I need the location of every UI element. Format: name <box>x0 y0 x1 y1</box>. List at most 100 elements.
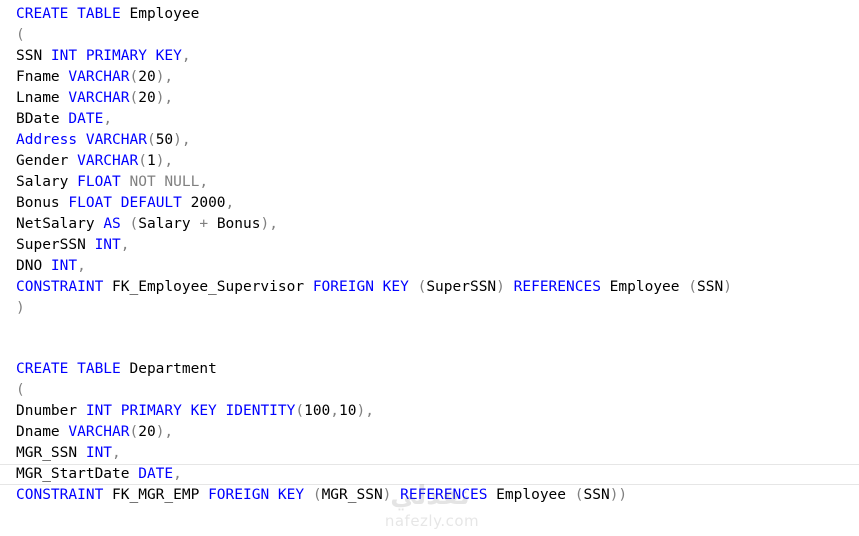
code-token: FOREIGN KEY <box>312 279 418 295</box>
code-line[interactable]: NetSalary AS (Salary + Bonus), <box>16 214 278 234</box>
code-line[interactable]: Dname VARCHAR(20), <box>16 422 173 442</box>
code-token: VARCHAR <box>85 132 147 148</box>
code-token: ), <box>155 90 174 106</box>
code-token: DNO <box>16 258 51 274</box>
code-line[interactable]: CREATE TABLE Department <box>16 359 217 379</box>
code-token: DATE <box>138 466 174 482</box>
code-line[interactable]: Address VARCHAR(50), <box>16 130 191 150</box>
code-token: FLOAT <box>77 174 130 190</box>
code-token: SSN <box>696 279 724 295</box>
code-token: CREATE TABLE <box>16 6 121 22</box>
code-token: FK_MGR_EMP <box>112 487 209 503</box>
code-token: ), <box>155 69 174 85</box>
code-token: Employee <box>609 279 689 295</box>
code-token: Bonus <box>216 216 261 232</box>
code-line[interactable]: SuperSSN INT, <box>16 235 130 255</box>
code-line[interactable]: SSN INT PRIMARY KEY, <box>16 46 191 66</box>
code-token: Salary <box>138 216 200 232</box>
code-token: 20 <box>138 424 156 440</box>
code-token: Department <box>120 361 217 377</box>
code-token: ), <box>155 424 174 440</box>
code-token: AS <box>103 216 130 232</box>
code-line[interactable]: Lname VARCHAR(20), <box>16 88 173 108</box>
code-token: ) <box>382 487 401 503</box>
code-token: )) <box>609 487 628 503</box>
code-line[interactable]: MGR_StartDate DATE, <box>16 464 182 484</box>
code-token: ( <box>295 403 305 419</box>
code-token: INT PRIMARY KEY IDENTITY <box>85 403 296 419</box>
code-token: 2000 <box>190 195 226 211</box>
code-token: Address <box>16 132 86 148</box>
code-token: FLOAT DEFAULT <box>68 195 191 211</box>
code-line[interactable]: Bonus FLOAT DEFAULT 2000, <box>16 193 234 213</box>
code-token: ( <box>129 216 139 232</box>
code-line[interactable]: Salary FLOAT NOT NULL, <box>16 172 208 192</box>
code-token: ( <box>312 487 322 503</box>
code-token: NetSalary <box>16 216 104 232</box>
code-token: 50 <box>155 132 174 148</box>
code-token: Bonus <box>16 195 69 211</box>
code-line[interactable]: BDate DATE, <box>16 109 112 129</box>
code-token: SSN <box>583 487 610 503</box>
code-token: + <box>199 216 217 232</box>
code-editor[interactable]: CREATE TABLE Employee(SSN INT PRIMARY KE… <box>0 0 859 533</box>
code-token: ( <box>16 382 25 398</box>
code-token: DATE <box>68 111 104 127</box>
code-line[interactable]: ) <box>16 298 25 318</box>
code-token: SuperSSN <box>426 279 497 295</box>
code-token: CONSTRAINT <box>16 487 113 503</box>
code-line[interactable]: DNO INT, <box>16 256 86 276</box>
code-line[interactable]: ( <box>16 25 25 45</box>
code-token: NOT NULL <box>129 174 200 190</box>
code-token: Salary <box>16 174 78 190</box>
code-token: ( <box>688 279 697 295</box>
code-line[interactable]: CONSTRAINT FK_Employee_Supervisor FOREIG… <box>16 277 732 297</box>
code-token: SSN <box>16 48 51 64</box>
code-token: 20 <box>138 69 156 85</box>
code-token: MGR_SSN <box>16 445 86 461</box>
code-token: ), <box>155 153 174 169</box>
code-token: Dnumber <box>16 403 86 419</box>
code-token: , <box>181 48 191 64</box>
code-token: Lname <box>16 90 69 106</box>
code-token: VARCHAR <box>68 424 130 440</box>
code-line[interactable]: CREATE TABLE Employee <box>16 4 199 24</box>
code-token: Dname <box>16 424 69 440</box>
code-token: CREATE TABLE <box>16 361 121 377</box>
code-token: ( <box>138 153 147 169</box>
code-token: INT <box>50 258 78 274</box>
code-line[interactable]: ( <box>16 380 25 400</box>
code-line[interactable]: Fname VARCHAR(20), <box>16 67 173 87</box>
code-token: Employee <box>120 6 200 22</box>
code-token: ( <box>16 27 25 43</box>
code-line[interactable]: MGR_SSN INT, <box>16 443 121 463</box>
code-token: FOREIGN KEY <box>208 487 313 503</box>
code-line[interactable]: Dnumber INT PRIMARY KEY IDENTITY(100,10)… <box>16 401 374 421</box>
code-token: INT <box>85 445 113 461</box>
code-token: 100 <box>304 403 331 419</box>
code-token: INT <box>94 237 121 253</box>
code-token: ( <box>129 424 139 440</box>
code-token: 10 <box>339 403 357 419</box>
code-token: Employee <box>496 487 575 503</box>
code-token: 1 <box>146 153 156 169</box>
code-token: ( <box>146 132 156 148</box>
code-token: ), <box>173 132 191 148</box>
code-token: VARCHAR <box>68 69 130 85</box>
code-token: MGR_StartDate <box>16 466 139 482</box>
code-line[interactable]: CONSTRAINT FK_MGR_EMP FOREIGN KEY (MGR_S… <box>16 485 627 505</box>
watermark-text: nafezly.com <box>384 512 480 530</box>
code-token: VARCHAR <box>77 153 139 169</box>
code-token: INT PRIMARY KEY <box>50 48 182 64</box>
code-token: , <box>225 195 235 211</box>
code-token: ) <box>496 279 514 295</box>
code-token: , <box>330 403 340 419</box>
code-token: REFERENCES <box>513 279 610 295</box>
code-token: VARCHAR <box>68 90 130 106</box>
code-token: ) <box>16 300 25 316</box>
code-token: Gender <box>16 153 78 169</box>
code-line[interactable]: Gender VARCHAR(1), <box>16 151 173 171</box>
code-token: , <box>112 445 121 461</box>
code-token: , <box>173 466 182 482</box>
code-token: ), <box>356 403 374 419</box>
